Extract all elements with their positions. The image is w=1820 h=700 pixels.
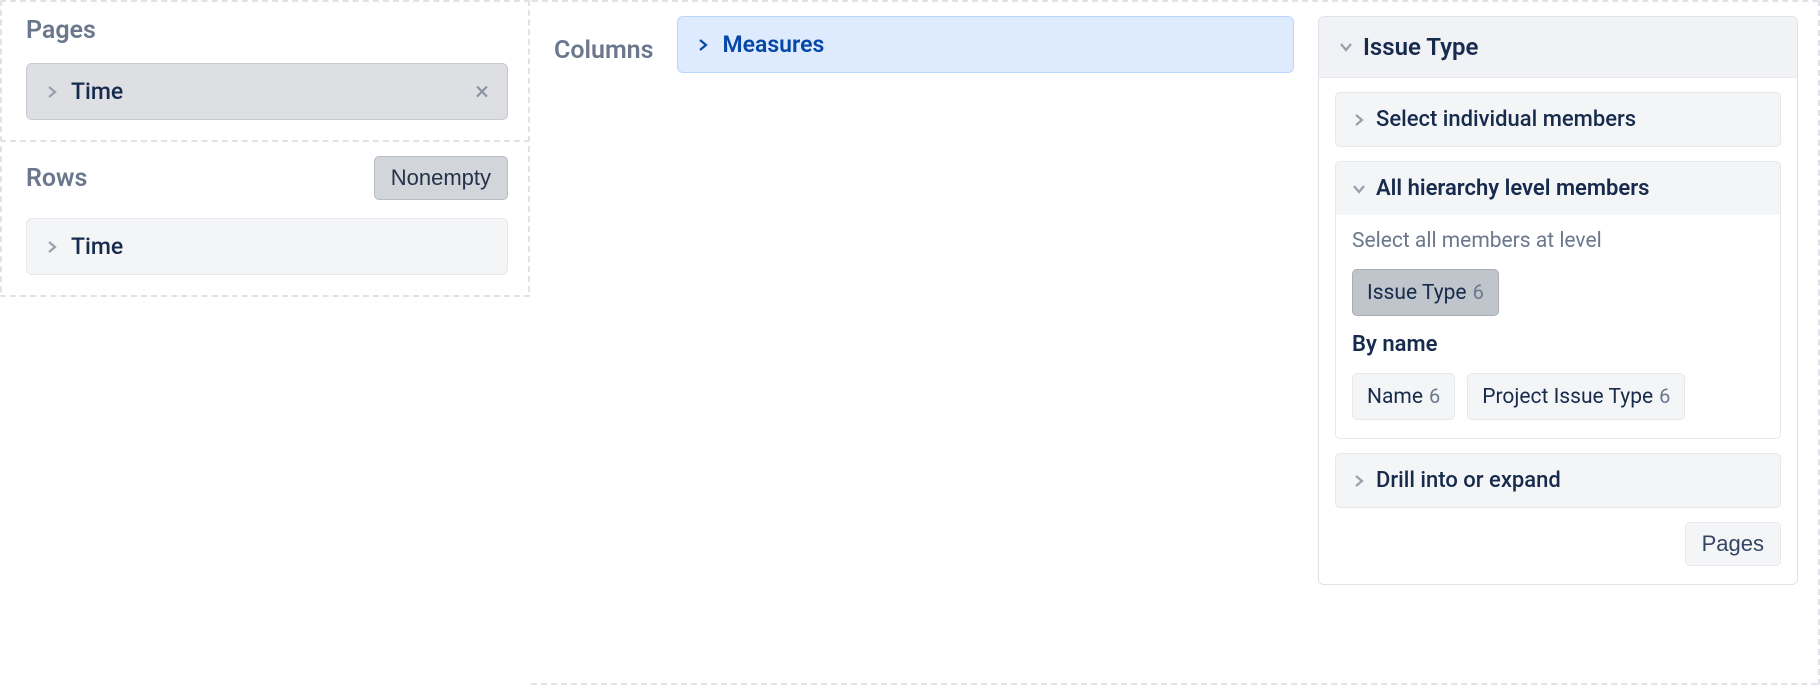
chevron-right-icon: [1352, 474, 1366, 488]
name-tag-name[interactable]: Name 6: [1352, 373, 1455, 420]
tag-count: 6: [1473, 280, 1484, 304]
drill-label: Drill into or expand: [1376, 468, 1561, 493]
rows-title: Rows: [26, 164, 87, 193]
panel-header[interactable]: Issue Type: [1319, 17, 1797, 78]
select-individual-label: Select individual members: [1376, 107, 1636, 132]
tag-label: Project Issue Type: [1482, 385, 1653, 409]
rows-item-time[interactable]: Time: [26, 218, 508, 275]
pages-title: Pages: [26, 16, 508, 45]
chevron-right-icon: [45, 240, 59, 254]
tag-label: Issue Type: [1367, 281, 1467, 305]
hierarchy-help: Select all members at level: [1352, 229, 1764, 253]
columns-title: Columns: [554, 16, 653, 65]
pages-item-label: Time: [71, 78, 123, 105]
chevron-down-icon: [1339, 40, 1353, 54]
chevron-down-icon: [1352, 182, 1366, 196]
chevron-right-icon: [45, 85, 59, 99]
issue-type-panel: Issue Type Select individual members All…: [1318, 16, 1798, 585]
close-icon[interactable]: ×: [475, 79, 489, 105]
hierarchy-title: All hierarchy level members: [1376, 176, 1649, 201]
nonempty-button[interactable]: Nonempty: [374, 156, 508, 200]
measures-chip[interactable]: Measures: [677, 16, 1294, 73]
chevron-right-icon: [1352, 113, 1366, 127]
drill-into-expand[interactable]: Drill into or expand: [1335, 453, 1781, 508]
tag-label: Name: [1367, 385, 1423, 409]
pages-button[interactable]: Pages: [1685, 522, 1781, 566]
tag-count: 6: [1429, 384, 1440, 408]
pages-item-time[interactable]: Time ×: [26, 63, 508, 120]
tag-count: 6: [1659, 384, 1670, 408]
pages-section: Pages Time ×: [0, 0, 530, 142]
panel-title: Issue Type: [1363, 33, 1478, 61]
name-tag-project-issue-type[interactable]: Project Issue Type 6: [1467, 373, 1685, 420]
chevron-right-icon: [696, 38, 710, 52]
by-name-heading: By name: [1352, 332, 1764, 357]
measures-label: Measures: [722, 31, 824, 58]
columns-section: Columns Measures Issue Type: [530, 0, 1820, 685]
hierarchy-header[interactable]: All hierarchy level members: [1336, 162, 1780, 215]
level-tag-issue-type[interactable]: Issue Type 6: [1352, 269, 1499, 316]
rows-section: Rows Nonempty Time: [0, 142, 530, 297]
hierarchy-section: All hierarchy level members Select all m…: [1335, 161, 1781, 439]
rows-item-label: Time: [71, 233, 123, 260]
select-individual-members[interactable]: Select individual members: [1335, 92, 1781, 147]
chip-content: Time: [45, 78, 123, 105]
